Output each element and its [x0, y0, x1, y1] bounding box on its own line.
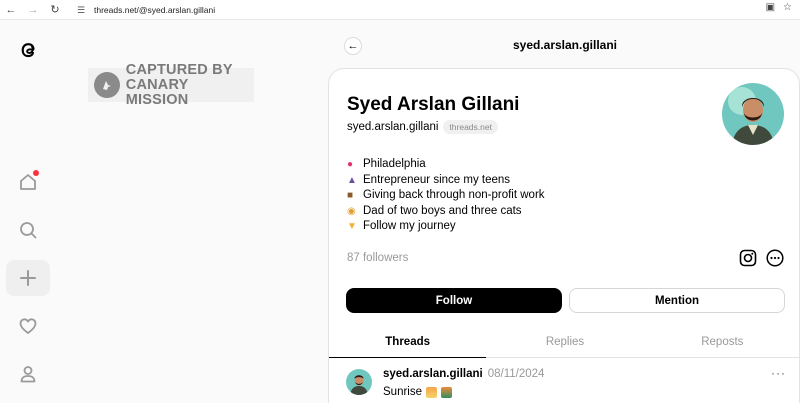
- search-nav-button[interactable]: [6, 212, 50, 248]
- threads-logo-icon[interactable]: [16, 38, 40, 62]
- bio-text: Dad of two boys and three cats: [363, 204, 522, 217]
- url-text: threads.net/@syed.arslan.gillani: [94, 5, 216, 15]
- bio-line: ▼ Follow my journey: [347, 219, 545, 235]
- bookmark-star-icon[interactable]: ☆: [783, 2, 792, 13]
- notification-dot: [33, 170, 39, 176]
- reload-icon[interactable]: ↻: [44, 0, 66, 20]
- profile-handle-row: syed.arslan.gillani threads.net: [347, 120, 498, 134]
- post-text-row: Sunrise: [383, 386, 452, 398]
- profile-tabs: Threads Replies Reposts: [329, 327, 800, 358]
- profile-handle: syed.arslan.gillani: [347, 121, 439, 133]
- capture-watermark: CAPTURED BY CANARY MISSION: [88, 62, 254, 107]
- heart-icon: [19, 318, 37, 334]
- instagram-icon[interactable]: [739, 249, 757, 267]
- watermark-line-1: CAPTURED BY: [125, 61, 233, 78]
- post-avatar[interactable]: [346, 369, 372, 395]
- site-settings-icon[interactable]: ☰: [74, 5, 88, 16]
- bio-text: Philadelphia: [363, 158, 426, 170]
- bio-text: Giving back through non-profit work: [363, 189, 545, 201]
- more-options-icon[interactable]: [766, 249, 784, 267]
- search-icon: [20, 222, 37, 239]
- tab-threads[interactable]: Threads: [329, 327, 487, 358]
- address-bar[interactable]: ☰ threads.net/@syed.arslan.gillani: [74, 2, 754, 18]
- bio-line: ▲ Entrepreneur since my teens: [347, 173, 545, 189]
- profile-card: Syed Arslan Gillani syed.arslan.gillani …: [328, 68, 800, 403]
- thread-post[interactable]: syed.arslan.gillani 08/11/2024 ··· Sunri…: [329, 359, 800, 403]
- forward-arrow-icon[interactable]: →: [22, 0, 44, 20]
- post-date: 08/11/2024: [487, 368, 545, 380]
- back-arrow-icon: ←: [347, 40, 359, 52]
- businessman-icon: ▲: [347, 174, 357, 186]
- person-icon: [20, 366, 36, 383]
- mention-button[interactable]: Mention: [569, 288, 785, 313]
- follow-button[interactable]: Follow: [346, 288, 562, 313]
- browser-toolbar: ← → ↻ ☰ threads.net/@syed.arslan.gillani…: [0, 0, 800, 20]
- tab-reposts[interactable]: Reposts: [644, 327, 800, 357]
- briefcase-icon: ■: [347, 190, 354, 201]
- bio-text: Follow my journey: [363, 220, 456, 232]
- sunrise-over-mountains-icon: [441, 386, 452, 398]
- tab-replies[interactable]: Replies: [486, 327, 643, 357]
- post-username[interactable]: syed.arslan.gillani: [383, 368, 483, 380]
- left-sidebar: [0, 20, 56, 403]
- canary-bird-icon: [94, 72, 120, 98]
- install-app-icon[interactable]: ▣: [766, 2, 775, 13]
- activity-nav-button[interactable]: [6, 308, 50, 344]
- bio-line: ◉ Dad of two boys and three cats: [347, 204, 545, 220]
- profile-avatar[interactable]: [722, 83, 784, 145]
- back-arrow-icon[interactable]: ←: [0, 0, 22, 20]
- create-nav-button[interactable]: [6, 260, 50, 296]
- post-text: Sunrise: [383, 386, 422, 398]
- profile-nav-button[interactable]: [6, 356, 50, 392]
- bio-text: Entrepreneur since my teens: [363, 173, 511, 186]
- page-title: syed.arslan.gillani: [512, 38, 618, 52]
- plus-icon: [20, 270, 36, 286]
- home-nav-button[interactable]: [6, 164, 50, 200]
- watermark-line-2: CANARY MISSION: [125, 76, 189, 108]
- profile-name: Syed Arslan Gillani: [347, 94, 520, 115]
- family-icon: ◉: [347, 205, 356, 217]
- back-button[interactable]: ←: [344, 37, 362, 55]
- pin-icon: ●: [347, 159, 354, 170]
- profile-bio: ● Philadelphia ▲ Entrepreneur since my t…: [347, 157, 545, 235]
- followers-count[interactable]: 87 followers: [347, 252, 408, 264]
- pointing-down-icon: ▼: [347, 221, 357, 232]
- post-more-icon[interactable]: ···: [771, 366, 786, 380]
- post-meta: syed.arslan.gillani 08/11/2024: [383, 368, 544, 380]
- sunrise-icon: [426, 386, 437, 398]
- domain-badge[interactable]: threads.net: [443, 120, 498, 134]
- bio-line: ■ Giving back through non-profit work: [347, 188, 545, 204]
- bio-line: ● Philadelphia: [347, 157, 545, 173]
